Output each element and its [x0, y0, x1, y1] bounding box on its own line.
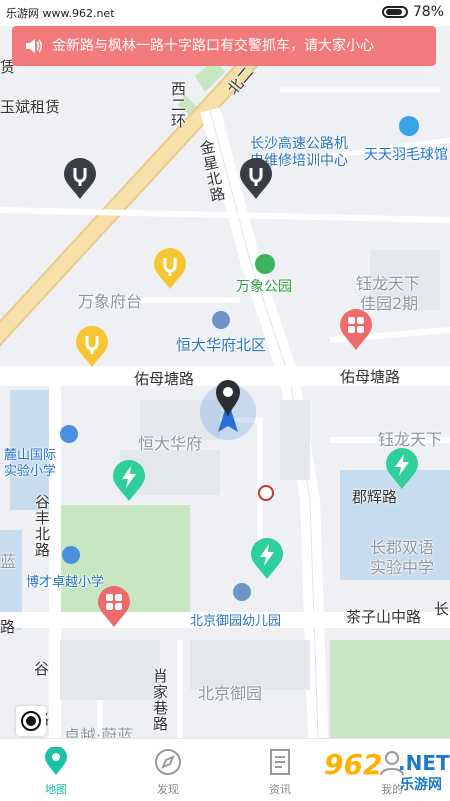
- map-label: 北京御园: [198, 684, 263, 703]
- charger-pin-yellow[interactable]: [153, 248, 187, 290]
- map-label: 博才卓越小学: [26, 575, 105, 590]
- charger-pin-dark[interactable]: [63, 158, 97, 200]
- speaker-icon: [26, 39, 43, 53]
- map-label: 卓越·蔚蓝: [64, 726, 134, 738]
- map-label: 谷: [34, 660, 50, 678]
- map-label: 长: [434, 600, 450, 618]
- map-label: 天天羽毛球馆: [364, 147, 448, 163]
- map-label: 万象公园: [236, 279, 292, 295]
- service-pin-red[interactable]: [339, 309, 373, 351]
- map-label: 实验小学: [4, 464, 57, 479]
- charging-pin-green[interactable]: [250, 538, 284, 580]
- map-label: 北京御园幼儿园: [190, 614, 282, 629]
- status-bar: 乐游网 www.962.net 78%: [0, 0, 450, 26]
- document-icon: [270, 749, 290, 775]
- locate-icon: [21, 711, 41, 731]
- site-watermark: 962 .NET 乐游网: [318, 748, 450, 796]
- tab-discover[interactable]: 发现: [112, 739, 224, 801]
- map-pin-icon: [45, 747, 67, 775]
- map-label: 肖家巷路: [151, 668, 169, 732]
- map-label: 实验中学: [370, 558, 435, 577]
- tab-label: 地图: [45, 783, 67, 796]
- charging-pin-green[interactable]: [385, 448, 419, 490]
- notice-text: 金新路与枫林一路十字路口有交警抓车，请大家小心: [52, 38, 374, 54]
- watermark-cn: 乐游网: [400, 777, 442, 793]
- locate-me-button[interactable]: [16, 706, 46, 736]
- map-label: 茶子山中路: [346, 608, 422, 626]
- status-site-text: 乐游网 www.962.net: [6, 7, 115, 20]
- tab-label: 发现: [157, 783, 179, 796]
- battery-percentage: 78%: [412, 4, 444, 20]
- map-label: 恒大华府: [138, 434, 203, 453]
- map-label: 蓝: [0, 552, 17, 571]
- compass-icon: [155, 749, 181, 775]
- current-position-pin: [211, 376, 245, 417]
- map-label: 钰龙天下: [378, 430, 443, 449]
- charger-pin-yellow[interactable]: [75, 326, 109, 368]
- map-view[interactable]: 赁 玉斌租赁 西二环 北二 金星北路 长沙高速公路机 电维修培训中心 天天羽毛球…: [0, 26, 450, 738]
- watermark-number: 962: [324, 748, 383, 781]
- service-pin-red[interactable]: [97, 586, 131, 628]
- map-label: 西二环: [169, 81, 187, 129]
- map-label: 玉斌租赁: [0, 98, 61, 116]
- map-label: 路: [0, 618, 16, 636]
- map-label: 恒大华府北区: [176, 336, 267, 354]
- map-label: 万象府台: [78, 292, 143, 311]
- charging-pin-green[interactable]: [112, 460, 146, 502]
- notice-banner[interactable]: 金新路与枫林一路十字路口有交警抓车，请大家小心: [12, 26, 436, 66]
- tab-map[interactable]: 地图: [0, 739, 112, 801]
- watermark-net: .NET: [398, 751, 450, 775]
- map-label: 佑母塘路: [340, 368, 401, 386]
- map-label: 佑母塘路: [134, 370, 195, 388]
- battery-icon: [382, 6, 408, 18]
- charger-pin-dark[interactable]: [239, 158, 273, 200]
- map-label: 谷丰北路: [33, 494, 51, 558]
